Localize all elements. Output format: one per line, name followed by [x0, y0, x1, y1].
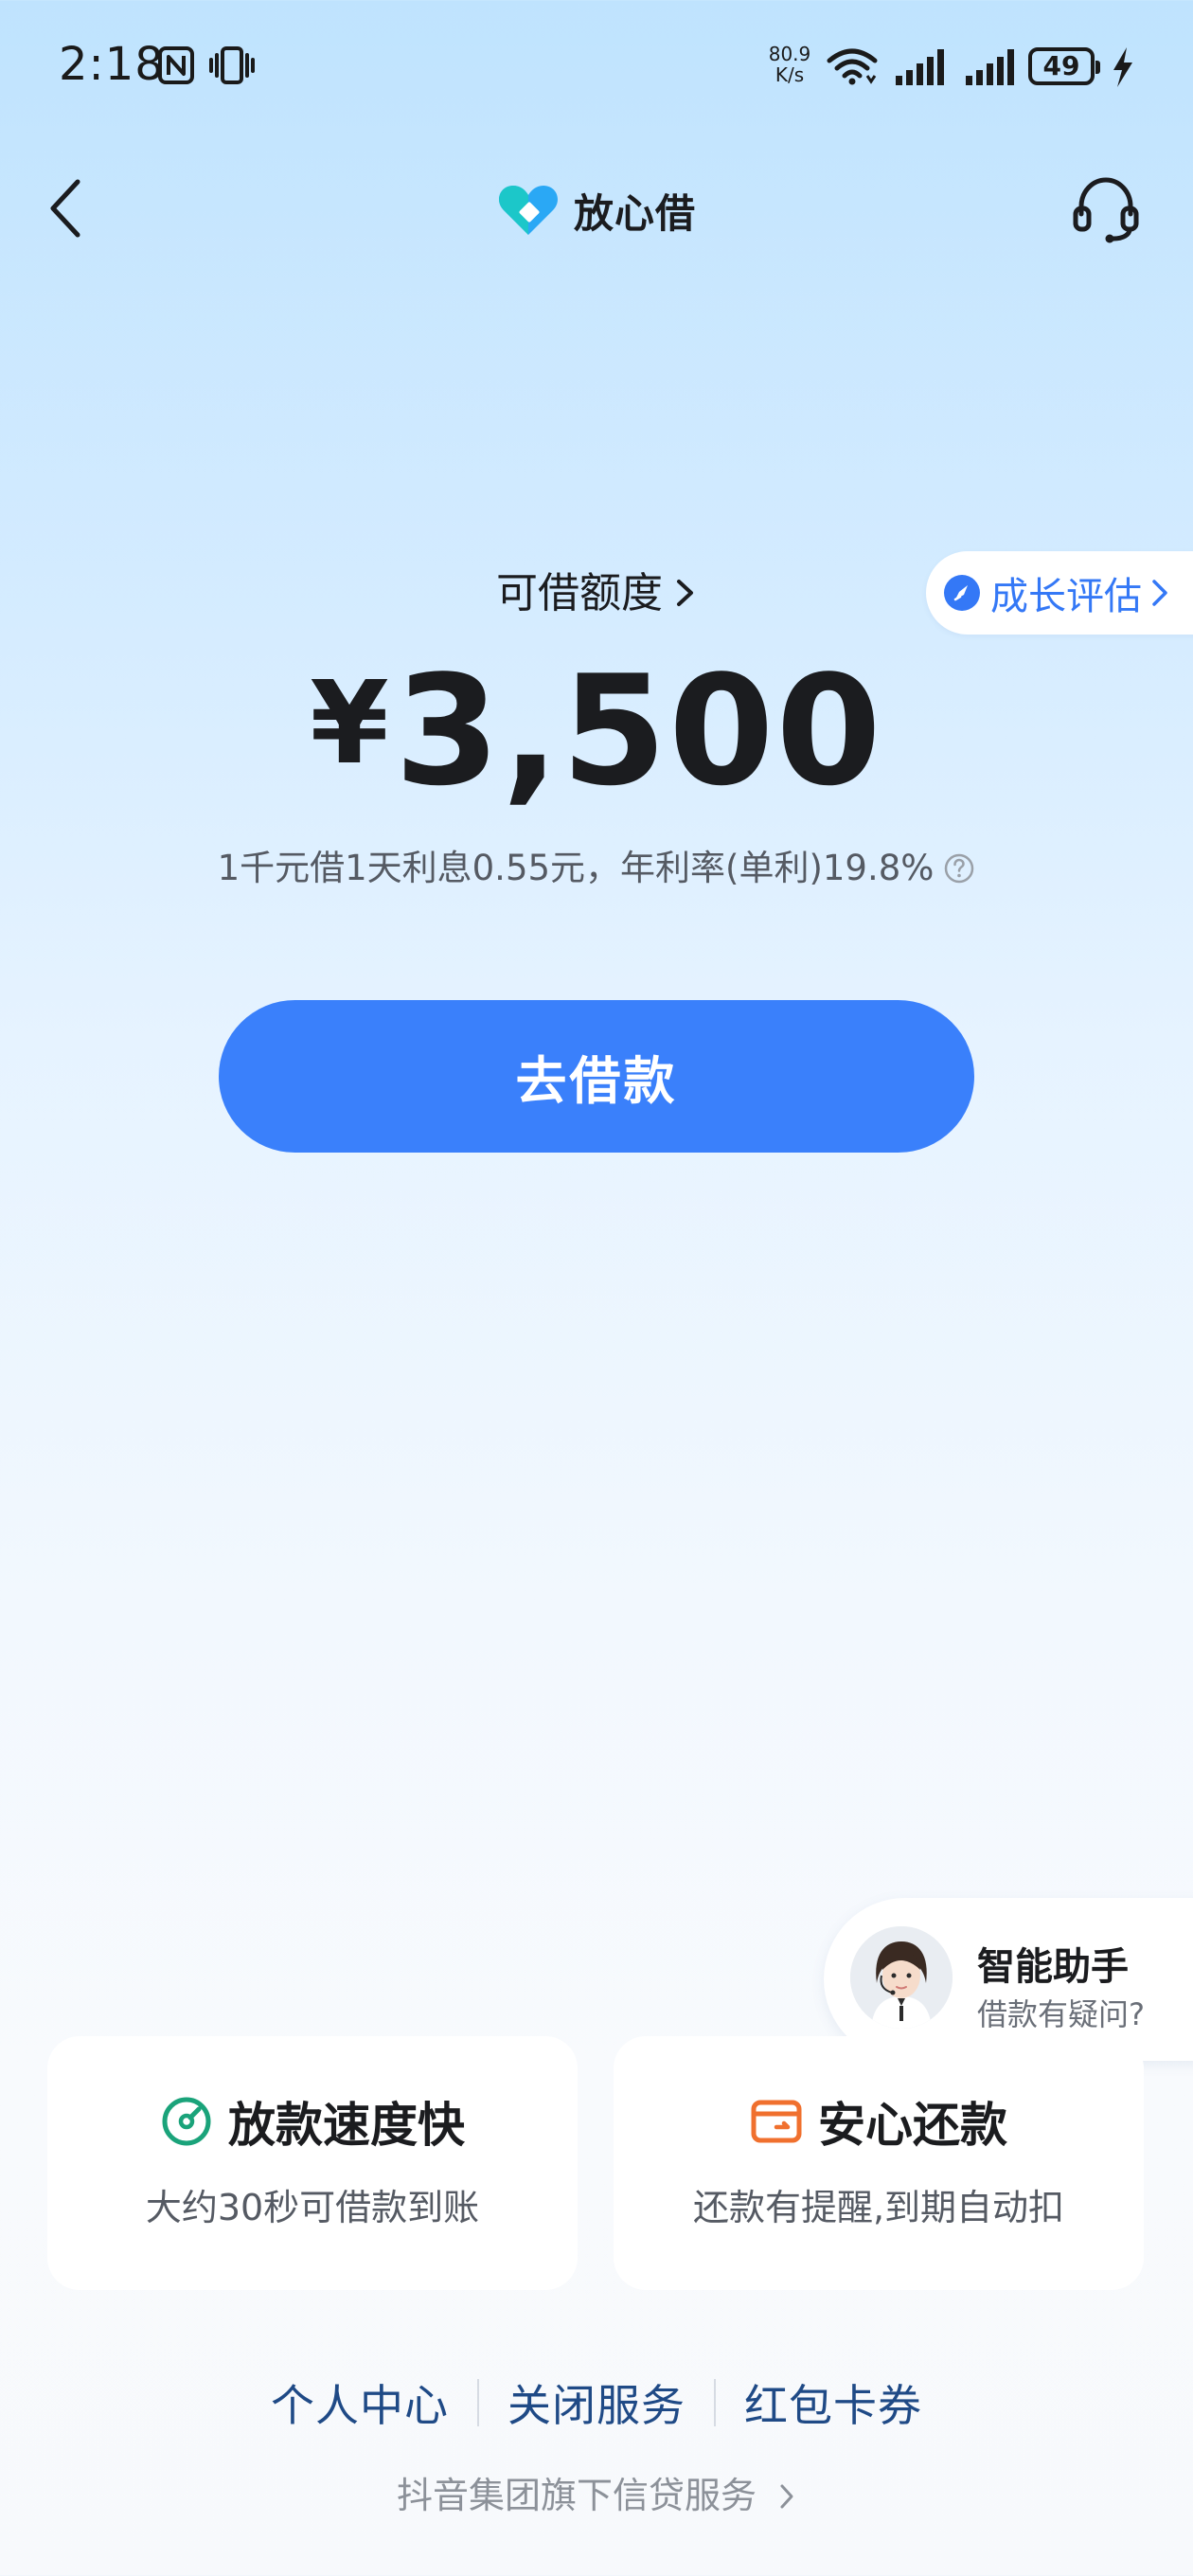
feature-header: 安心还款: [614, 2087, 1144, 2156]
growth-assessment-button[interactable]: 成长评估: [926, 551, 1193, 635]
coupons-link[interactable]: 红包卡券: [716, 2371, 951, 2434]
signal-icon: [896, 49, 944, 85]
wifi-icon: [827, 48, 878, 85]
credit-limit-text: 可借额度: [496, 569, 663, 617]
interest-rate-text: 1千元借1天利息0.55元，年利率(单利)19.8%: [217, 848, 935, 888]
footer-links: 个人中心 关闭服务 红包卡券: [0, 2368, 1193, 2438]
heart-logo-icon: [499, 186, 558, 235]
chevron-right-icon: [1152, 580, 1167, 606]
service-provider-note[interactable]: 抖音集团旗下信贷服务: [0, 2466, 1193, 2518]
feature-description: 大约30秒可借款到账: [145, 2187, 480, 2228]
network-speed: 80.9 K/s: [768, 43, 811, 86]
assistant-title: 智能助手: [977, 1945, 1129, 1989]
feature-title: 放款速度快: [228, 2098, 465, 2153]
feature-header: 放款速度快: [47, 2087, 578, 2156]
feature-card-safe-repayment: 安心还款 还款有提醒,到期自动扣: [614, 2036, 1144, 2290]
wallet-icon: [751, 2100, 802, 2143]
question-icon[interactable]: [943, 852, 975, 885]
brand-name: 放心借: [574, 189, 697, 237]
headset-icon[interactable]: [1070, 172, 1142, 244]
currency-symbol: ¥: [310, 658, 391, 790]
signal-icon: [966, 49, 1014, 85]
service-provider-text: 抖音集团旗下信贷服务: [396, 2475, 757, 2516]
brand: 放心借: [496, 180, 696, 241]
personal-center-link[interactable]: 个人中心: [242, 2371, 477, 2434]
chevron-right-icon: [780, 2484, 793, 2509]
back-button[interactable]: [42, 174, 91, 242]
feature-card-fast-payout: 放款速度快 大约30秒可借款到账: [47, 2036, 578, 2290]
credit-amount: ¥3,500: [0, 644, 1193, 812]
status-bar: 2:18 80.9 K/s 49: [0, 0, 1193, 133]
growth-assessment-label: 成长评估: [990, 575, 1142, 618]
close-service-link[interactable]: 关闭服务: [479, 2371, 714, 2434]
chevron-right-icon: [677, 580, 693, 606]
feature-title: 安心还款: [818, 2098, 1007, 2153]
status-time: 2:18: [59, 38, 165, 91]
battery-icon: 49: [1028, 47, 1100, 85]
vibrate-icon: [209, 46, 255, 84]
nfc-icon: [158, 46, 194, 84]
speedometer-icon: [162, 2097, 211, 2146]
charging-icon: [1113, 47, 1132, 87]
feature-description: 还款有提醒,到期自动扣: [692, 2187, 1065, 2228]
interest-rate-info: 1千元借1天利息0.55元，年利率(单利)19.8%: [0, 839, 1193, 890]
rocket-icon: [944, 575, 980, 611]
amount-value: 3,500: [394, 642, 883, 819]
borrow-button[interactable]: 去借款: [219, 1000, 974, 1153]
assistant-subtitle: 借款有疑问?: [977, 1996, 1145, 2032]
assistant-avatar: [850, 1926, 953, 2029]
